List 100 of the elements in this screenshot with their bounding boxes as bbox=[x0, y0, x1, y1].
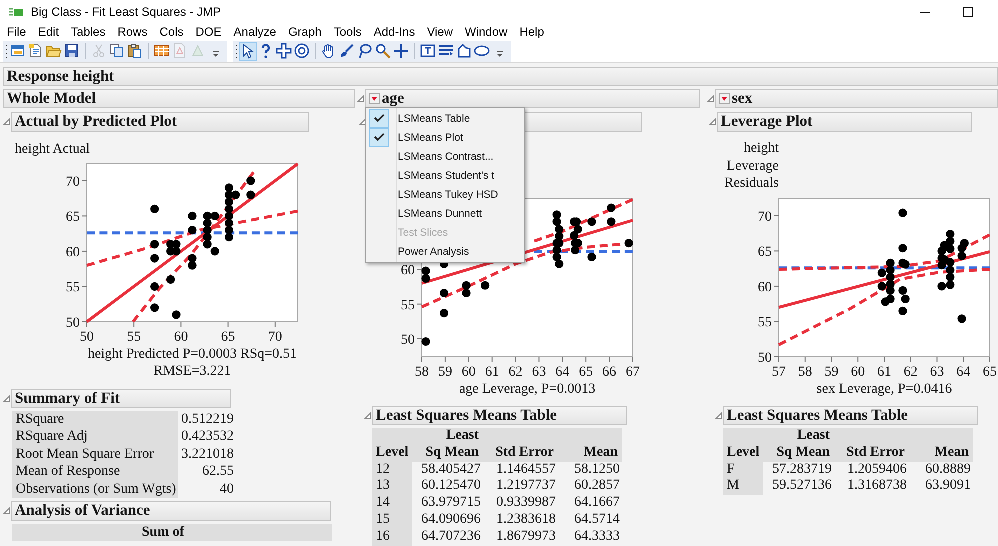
axis-tick-label: 65 bbox=[758, 245, 772, 260]
save-icon[interactable] bbox=[63, 42, 81, 60]
table-cell-text: 0.9339987 bbox=[496, 495, 558, 512]
section-title: Analysis of Variance bbox=[15, 502, 150, 520]
menu-item[interactable]: LSMeans Dunnett bbox=[398, 208, 482, 220]
menu-item[interactable]: Tables bbox=[65, 25, 112, 39]
plus-icon[interactable] bbox=[392, 42, 410, 60]
table-cell-text: 60.125470 bbox=[420, 478, 482, 496]
window-title: Big Class - Fit Least Squares - JMP bbox=[31, 5, 222, 19]
target-icon[interactable] bbox=[293, 42, 311, 60]
dropdown-icon[interactable] bbox=[719, 93, 730, 104]
checkbox[interactable] bbox=[369, 128, 389, 147]
disclosure-icon[interactable] bbox=[3, 394, 11, 402]
table-cell-text: 62.55 bbox=[202, 463, 235, 481]
pointer-icon[interactable] bbox=[239, 42, 257, 60]
menu-item[interactable]: LSMeans Plot bbox=[398, 132, 464, 144]
data-point bbox=[607, 218, 616, 226]
menu-item[interactable]: Window bbox=[459, 25, 514, 39]
data-point bbox=[188, 226, 197, 235]
table-cell-text: 1.8679973 bbox=[496, 528, 558, 546]
menu-item[interactable]: Edit bbox=[32, 25, 66, 39]
data-point bbox=[224, 212, 234, 220]
axis-tick-label: 50 bbox=[401, 332, 416, 348]
data-point bbox=[552, 218, 562, 226]
axis-tick-label: 60 bbox=[174, 330, 188, 345]
menu-item[interactable]: Help bbox=[514, 25, 550, 39]
section-header[interactable]: Least Squares Means Table bbox=[723, 406, 978, 425]
data-point bbox=[624, 239, 634, 248]
row-label: Mean of Response bbox=[12, 463, 178, 481]
disclosure-icon[interactable] bbox=[715, 412, 723, 420]
section-header[interactable]: Least Squares Means Table bbox=[372, 406, 628, 425]
data-point bbox=[224, 204, 234, 214]
data-point bbox=[588, 218, 596, 226]
axis-tick-label: 64 bbox=[956, 365, 971, 380]
data-point bbox=[203, 212, 212, 220]
section-header[interactable]: Leverage Plot bbox=[717, 112, 972, 132]
axis-tick-label: 64 bbox=[556, 365, 570, 380]
column-header: Least bbox=[412, 428, 484, 445]
section-title: Whole Model bbox=[7, 90, 96, 108]
data-point bbox=[462, 281, 471, 290]
menu-item[interactable]: LSMeans Tukey HSD bbox=[398, 188, 498, 200]
section-header[interactable]: Summary of Fit bbox=[11, 389, 231, 408]
section-header[interactable]: Analysis of Variance bbox=[11, 501, 331, 522]
clipboard-icon[interactable] bbox=[126, 42, 144, 60]
data-point bbox=[552, 252, 562, 262]
menu-item[interactable]: LSMeans Student's t bbox=[398, 170, 495, 182]
table-cell-text: 64.090696 bbox=[420, 512, 482, 529]
section-header[interactable]: Response height bbox=[3, 67, 998, 86]
menu-item[interactable]: Graph bbox=[282, 25, 328, 39]
disclosure-icon[interactable] bbox=[3, 118, 11, 126]
data-point bbox=[166, 275, 176, 284]
data-point bbox=[878, 282, 886, 291]
menu-item[interactable]: Analyze bbox=[228, 25, 282, 39]
column-header: Mean bbox=[558, 444, 622, 462]
magnifier-icon[interactable] bbox=[374, 42, 392, 60]
menu-item[interactable]: LSMeans Table bbox=[398, 112, 470, 124]
disclosure-icon[interactable] bbox=[707, 94, 715, 102]
column-header: Sq Mean bbox=[763, 444, 834, 462]
menu-item[interactable]: Power Analysis bbox=[398, 246, 470, 258]
row-label: Root Mean Square Error bbox=[12, 446, 178, 464]
section-title: Leverage Plot bbox=[721, 113, 813, 131]
row-label: 13 bbox=[372, 478, 412, 496]
table-cell-text: 64.5714 bbox=[574, 512, 622, 529]
axis-tick-label: 58 bbox=[798, 365, 812, 380]
table-cell-text: 64.3333 bbox=[574, 528, 622, 546]
section-header[interactable]: sex bbox=[715, 89, 998, 108]
grip-icon[interactable] bbox=[235, 43, 239, 59]
data-point bbox=[224, 226, 234, 235]
menu-item[interactable]: Tools bbox=[328, 25, 368, 39]
section-header[interactable]: Whole Model bbox=[3, 89, 355, 108]
data-point bbox=[588, 252, 596, 262]
dropdown-icon[interactable] bbox=[369, 93, 380, 104]
data-point bbox=[901, 294, 910, 304]
section-header[interactable]: Actual by Predicted Plot bbox=[11, 112, 309, 132]
disclosure-icon[interactable] bbox=[709, 118, 717, 126]
section-header[interactable]: age bbox=[365, 89, 700, 108]
column-header: Std Error bbox=[483, 444, 558, 462]
data-point bbox=[462, 288, 471, 298]
table-cell-text: 58.405427 bbox=[420, 462, 482, 478]
menu-item[interactable]: View bbox=[421, 25, 459, 39]
menu-item[interactable]: Cols bbox=[154, 25, 190, 39]
disclosure-icon[interactable] bbox=[357, 94, 366, 102]
table-cell-text: 63.9091 bbox=[924, 478, 972, 496]
maximize-icon[interactable] bbox=[963, 7, 973, 17]
cross-icon[interactable] bbox=[275, 42, 293, 60]
table-cell-text: 0.512219 bbox=[180, 411, 235, 428]
axis-tick-label: 63 bbox=[930, 365, 944, 380]
disclosure-icon[interactable] bbox=[364, 412, 372, 420]
axis-tick-label: 60 bbox=[462, 365, 476, 380]
row-label: F bbox=[723, 462, 763, 478]
menu-item[interactable]: File bbox=[1, 25, 32, 39]
table-cell-text: 60.2857 bbox=[574, 478, 622, 496]
menu-item[interactable]: LSMeans Contrast... bbox=[398, 150, 494, 162]
table-cell-text: 58.1250 bbox=[574, 462, 622, 478]
menu-item[interactable]: DOE bbox=[190, 25, 228, 39]
table-cell-text: 64.1667 bbox=[574, 495, 622, 512]
checkbox[interactable] bbox=[369, 109, 389, 128]
copy-icon[interactable] bbox=[108, 42, 126, 60]
menu-item[interactable]: Rows bbox=[112, 25, 154, 39]
menu-item[interactable]: Add-Ins bbox=[368, 25, 422, 39]
